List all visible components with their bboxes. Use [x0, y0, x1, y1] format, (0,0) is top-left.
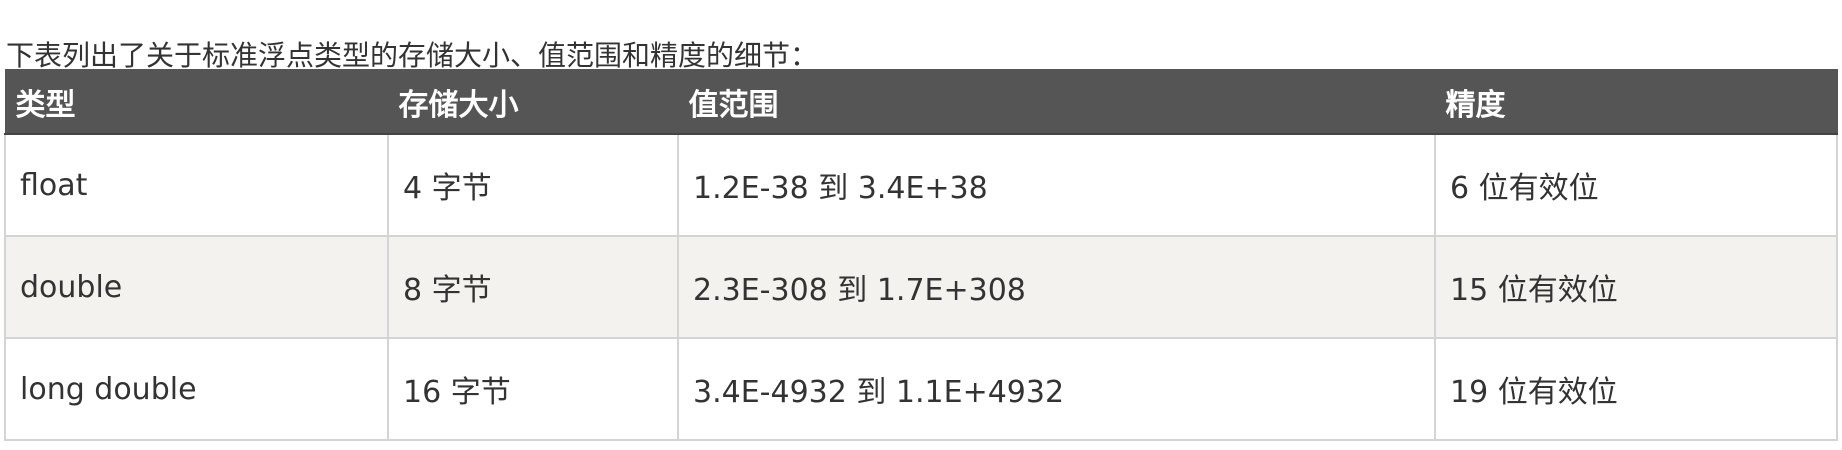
cell-storage-size: 16 字节	[387, 337, 679, 441]
header-type: 类型	[4, 69, 389, 135]
cell-storage-size: 8 字节	[387, 235, 679, 339]
header-storage-size: 存储大小	[387, 69, 679, 135]
cell-storage-size: 4 字节	[387, 133, 679, 237]
cell-type: long double	[4, 337, 389, 441]
table-header-row: 类型 存储大小 值范围 精度	[4, 69, 1838, 135]
cell-value-range: 3.4E-4932 到 1.1E+4932	[677, 337, 1436, 441]
cell-precision: 15 位有效位	[1434, 235, 1838, 339]
float-types-table: 类型 存储大小 值范围 精度 float 4 字节 1.2E-38 到 3.4E…	[4, 69, 1838, 441]
header-value-range: 值范围	[677, 69, 1436, 135]
cell-type: float	[4, 133, 389, 237]
table-row: long double 16 字节 3.4E-4932 到 1.1E+4932 …	[4, 337, 1838, 441]
header-precision: 精度	[1434, 69, 1838, 135]
cell-type: double	[4, 235, 389, 339]
cell-precision: 19 位有效位	[1434, 337, 1838, 441]
table-row: float 4 字节 1.2E-38 到 3.4E+38 6 位有效位	[4, 133, 1838, 237]
table-row: double 8 字节 2.3E-308 到 1.7E+308 15 位有效位	[4, 235, 1838, 339]
cell-precision: 6 位有效位	[1434, 133, 1838, 237]
cell-value-range: 1.2E-38 到 3.4E+38	[677, 133, 1436, 237]
cell-value-range: 2.3E-308 到 1.7E+308	[677, 235, 1436, 339]
